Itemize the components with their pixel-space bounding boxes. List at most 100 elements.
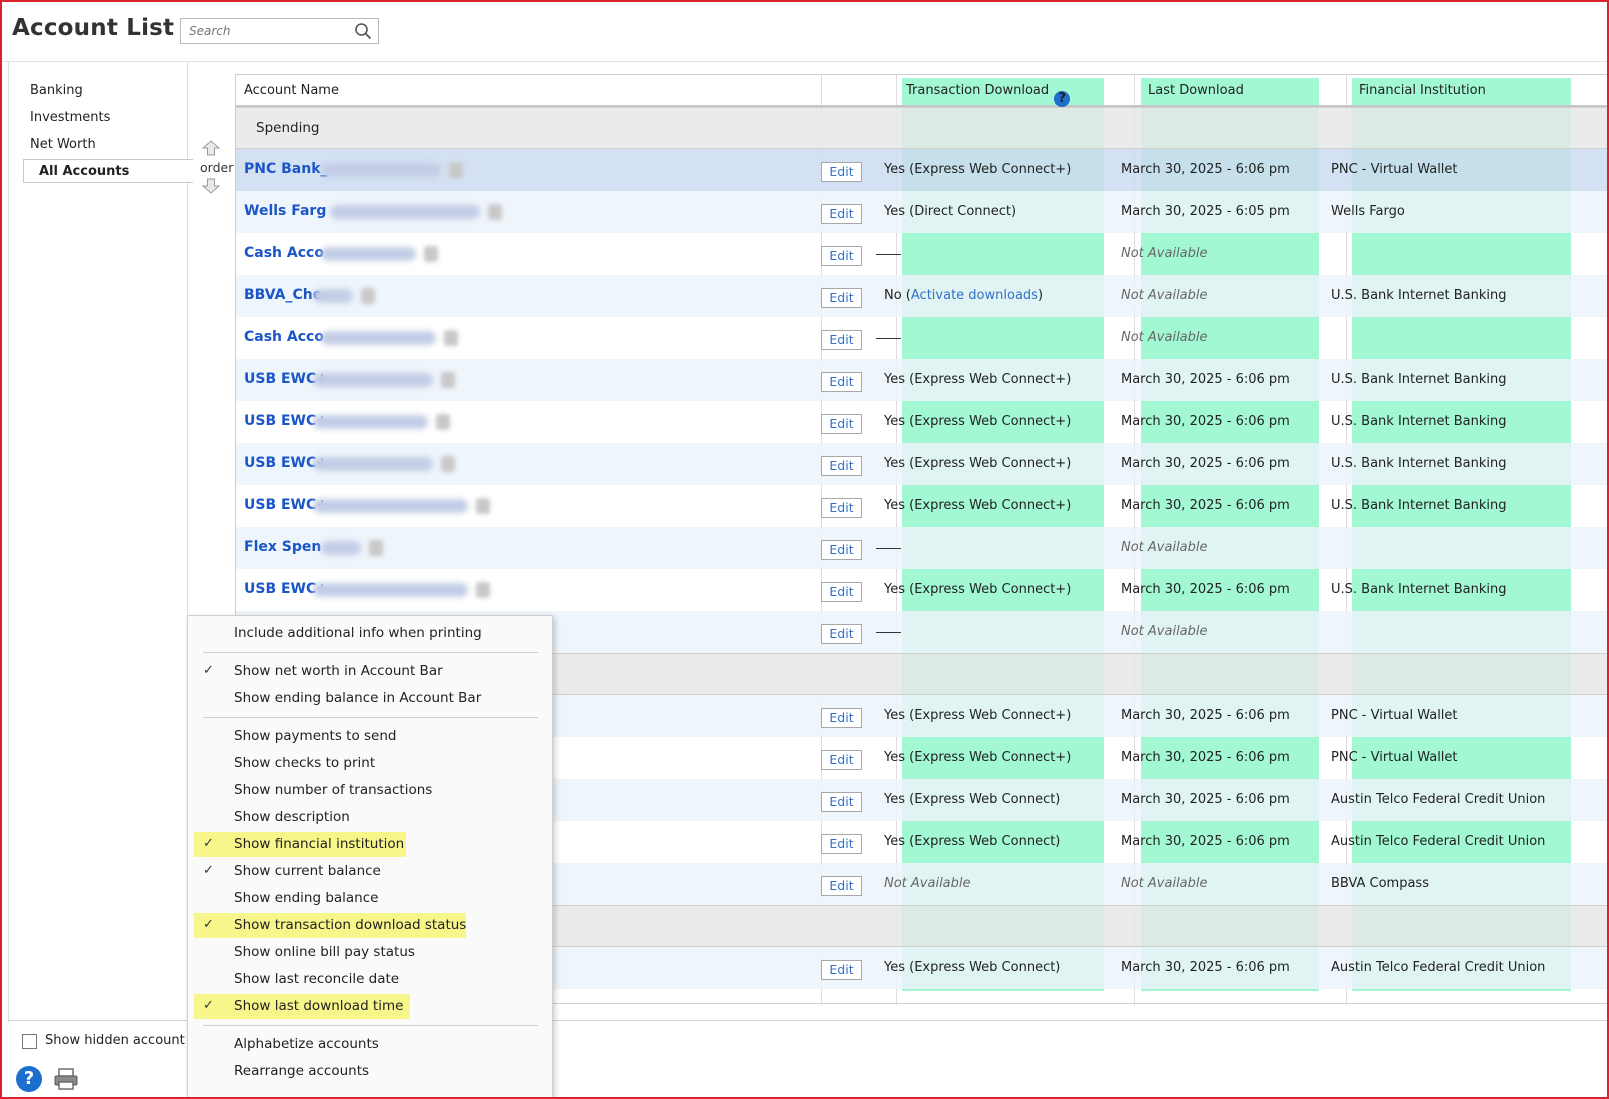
column-header-transaction-download[interactable]: Transaction Download? (906, 83, 1071, 107)
redacted-text (312, 415, 428, 429)
menu-item[interactable]: Show description (188, 804, 554, 830)
column-header-account-name[interactable]: Account Name (244, 83, 339, 98)
edit-button[interactable]: Edit (821, 246, 862, 266)
sidebar-item-net-worth[interactable]: Net Worth (30, 133, 200, 157)
edit-button[interactable]: Edit (821, 792, 862, 812)
account-name-link[interactable]: PNC Bank_ (244, 161, 328, 177)
search-icon[interactable] (354, 22, 372, 40)
account-name-link[interactable]: Cash Acco (244, 245, 324, 261)
edit-button[interactable]: Edit (821, 834, 862, 854)
edit-button[interactable]: Edit (821, 330, 862, 350)
redacted-text (312, 373, 433, 387)
edit-button[interactable]: Edit (821, 414, 862, 434)
financial-institution: BBVA Compass (1331, 876, 1429, 891)
transaction-download-status: No (Activate downloads) (884, 288, 1043, 303)
menu-item[interactable]: Show ending balance in Account Bar (188, 685, 554, 711)
financial-institution: U.S. Bank Internet Banking (1331, 498, 1507, 513)
table-row[interactable]: Cash Acco Edit Not Available (236, 233, 1609, 275)
table-row[interactable]: Cash Acco Edit Not Available (236, 317, 1609, 359)
menu-item[interactable]: ✓ Show transaction download status (188, 912, 554, 938)
menu-item[interactable]: Show payments to send (188, 723, 554, 749)
redacted-badge (435, 414, 450, 430)
table-row[interactable]: USB EWC+ Edit Yes (Express Web Connect+) Ma… (236, 569, 1609, 611)
edit-button[interactable]: Edit (821, 372, 862, 392)
edit-button[interactable]: Edit (821, 876, 862, 896)
table-row[interactable]: Flex Spen Edit Not Available (236, 527, 1609, 569)
menu-item[interactable]: Rearrange accounts (188, 1058, 554, 1084)
edit-button[interactable]: Edit (821, 540, 862, 560)
transaction-download-status: Yes (Express Web Connect) (884, 792, 1061, 807)
search-box[interactable] (180, 18, 379, 44)
empty-dash (876, 548, 901, 549)
menu-item[interactable]: Show number of transactions (188, 777, 554, 803)
table-row[interactable]: USB EWC+ Edit Yes (Express Web Connect+) Ma… (236, 443, 1609, 485)
transaction-download-status: Yes (Express Web Connect+) (884, 162, 1072, 177)
redacted-text (321, 541, 362, 555)
menu-item[interactable]: ✓ Show current balance (188, 858, 554, 884)
menu-item-label: Show description (234, 809, 350, 825)
menu-item-label: Show last download time (234, 998, 404, 1014)
menu-item[interactable]: ✓ Show net worth in Account Bar (188, 658, 554, 684)
transaction-download-prefix: No ( (884, 288, 911, 303)
check-icon: ✓ (203, 836, 214, 851)
table-row[interactable]: BBVA_Che Edit No (Activate downloads) Not A… (236, 275, 1609, 317)
edit-button[interactable]: Edit (821, 624, 862, 644)
help-icon[interactable]: ? (1054, 91, 1071, 107)
last-download-time: March 30, 2025 - 6:06 pm (1121, 960, 1290, 975)
search-input[interactable] (181, 19, 346, 43)
help-icon[interactable]: ? (16, 1066, 42, 1092)
menu-separator (203, 1025, 538, 1026)
table-row[interactable]: USB EWC+ Edit Yes (Express Web Connect+) Ma… (236, 401, 1609, 443)
column-header-last-download[interactable]: Last Download (1148, 83, 1244, 98)
transaction-download-status: Yes (Express Web Connect+) (884, 414, 1072, 429)
edit-button[interactable]: Edit (821, 162, 862, 182)
edit-button[interactable]: Edit (821, 708, 862, 728)
menu-item[interactable]: Show online bill pay status (188, 939, 554, 965)
account-name-link[interactable]: Cash Acco (244, 329, 324, 345)
menu-item[interactable]: ✓ Show last download time (188, 993, 554, 1019)
sidebar-item-banking[interactable]: Banking (30, 79, 200, 103)
edit-button[interactable]: Edit (821, 288, 862, 308)
show-hidden-accounts-checkbox[interactable] (22, 1034, 37, 1049)
table-row[interactable]: PNC Bank_ Edit Yes (Express Web Connect+) M… (236, 149, 1609, 191)
account-name-link[interactable]: Flex Spen (244, 539, 321, 555)
table-row[interactable]: USB EWC+ Edit Yes (Express Web Connect+) Ma… (236, 485, 1609, 527)
menu-item[interactable]: Include additional info when printing (188, 620, 554, 646)
menu-item[interactable]: Alphabetize accounts (188, 1031, 554, 1057)
menu-item[interactable]: ✓ Show financial institution (188, 831, 554, 857)
group-header-row[interactable]: Spending (236, 107, 1609, 149)
menu-item-label: Show last reconcile date (234, 971, 400, 987)
edit-button[interactable]: Edit (821, 960, 862, 980)
edit-button[interactable]: Edit (821, 456, 862, 476)
last-download-time: Not Available (1121, 624, 1208, 639)
financial-institution: Austin Telco Federal Credit Union (1331, 792, 1546, 807)
activate-downloads-link[interactable]: Activate downloads (911, 288, 1038, 303)
menu-item[interactable]: Show checks to print (188, 750, 554, 776)
edit-button[interactable]: Edit (821, 204, 862, 224)
menu-item[interactable]: Show last reconcile date (188, 966, 554, 992)
order-label: order (200, 160, 234, 175)
redacted-text (330, 205, 480, 219)
menu-item-label: Show transaction download status (234, 917, 467, 933)
redacted-text (321, 163, 442, 177)
table-row[interactable]: USB EWC+ Edit Yes (Express Web Connect+) Ma… (236, 359, 1609, 401)
edit-button[interactable]: Edit (821, 750, 862, 770)
account-name-link[interactable]: BBVA_Che (244, 287, 322, 303)
sidebar-item-investments[interactable]: Investments (30, 106, 200, 130)
column-header-financial-institution[interactable]: Financial Institution (1359, 83, 1486, 98)
header-divider (0, 61, 1609, 62)
edit-button[interactable]: Edit (821, 582, 862, 602)
move-down-icon[interactable] (202, 178, 220, 194)
edit-button[interactable]: Edit (821, 498, 862, 518)
move-up-icon[interactable] (202, 140, 220, 156)
menu-item-label: Include additional info when printing (234, 625, 482, 641)
transaction-download-status: Yes (Express Web Connect+) (884, 750, 1072, 765)
menu-item[interactable]: Show ending balance (188, 885, 554, 911)
redacted-text (312, 583, 468, 597)
sidebar-item-all-accounts[interactable]: All Accounts (23, 159, 193, 183)
table-row[interactable]: Wells Farg Edit Yes (Direct Connect) March … (236, 191, 1609, 233)
redacted-badge (488, 204, 502, 220)
print-icon[interactable] (54, 1068, 78, 1090)
transaction-download-suffix: ) (1037, 288, 1044, 303)
account-name-link[interactable]: Wells Farg (244, 203, 326, 219)
